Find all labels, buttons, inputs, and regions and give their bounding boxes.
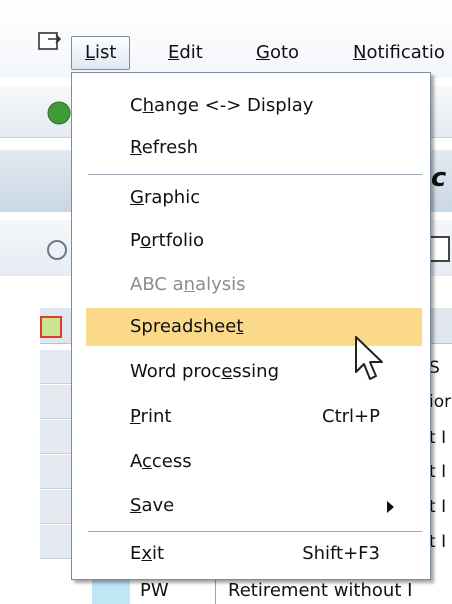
menu-item-change-display[interactable]: Change <-> Display [86, 87, 422, 125]
menu-item-label: raphic [143, 187, 201, 208]
menu-notifications[interactable]: Notificatio [353, 38, 445, 68]
menu-label-mnemonic: G [256, 42, 270, 63]
grid-cell-fragment: t I [429, 428, 447, 448]
menu-separator [88, 174, 422, 175]
mouse-cursor-icon [355, 336, 383, 380]
menu-item-mnemonic: h [142, 95, 154, 116]
menu-item-exit[interactable]: Exit Shift+F3 [86, 535, 422, 573]
menu-item-portfolio[interactable]: Portfolio [86, 222, 422, 260]
submenu-arrow-icon [387, 501, 394, 513]
menu-label-post: otificatio [366, 42, 445, 63]
list-dropdown-menu: Change <-> Display Refresh Graphic Portf… [71, 72, 431, 580]
window-menu-icon[interactable] [38, 30, 64, 54]
menu-item-label: Word proc [130, 361, 222, 382]
menu-item-mnemonic: x [141, 543, 153, 564]
menu-item-refresh[interactable]: Refresh [86, 129, 422, 167]
menu-item-label: it [152, 543, 165, 564]
menu-item-label: ssing [232, 361, 279, 382]
menu-item-label: ave [141, 495, 175, 516]
menu-item-label: A [130, 451, 142, 472]
menu-item-mnemonic: o [140, 230, 152, 251]
menu-item-mnemonic: G [130, 187, 144, 208]
grid-cell-fragment: t I [429, 497, 447, 517]
menu-item-mnemonic: P [130, 406, 141, 427]
menu-item-mnemonic: e [221, 361, 233, 382]
column-divider [215, 580, 216, 604]
grid-layout-icon[interactable] [40, 316, 62, 338]
menu-item-mnemonic: t [236, 316, 244, 337]
menu-label-post: ist [95, 42, 117, 63]
menu-bar: List Edit Goto Notificatio [0, 0, 452, 78]
menu-label-post: oto [269, 42, 300, 63]
menu-item-label: alysis [195, 274, 246, 295]
menu-label-mnemonic: N [353, 42, 367, 63]
menu-item-label: C [130, 95, 143, 116]
menu-label-mnemonic: L [85, 42, 96, 63]
grid-cell-fragment: ior [429, 392, 452, 412]
menu-item-label: ABC a [130, 274, 184, 295]
menu-item-label: cess [151, 451, 192, 472]
menu-item-label: P [130, 230, 141, 251]
menu-item-label: efresh [141, 137, 198, 158]
menu-item-shortcut: Shift+F3 [302, 543, 380, 564]
menu-item-graphic[interactable]: Graphic [86, 179, 422, 217]
grid-cell-fragment: t I [429, 462, 447, 482]
row-marker [92, 578, 130, 604]
menu-item-mnemonic: n [183, 274, 196, 295]
menu-item-abc-analysis: ABC analysis [86, 266, 422, 304]
menu-item-shortcut: Ctrl+P [322, 406, 380, 427]
menu-item-label: ange <-> Display [154, 95, 314, 116]
menu-label-mnemonic: E [168, 42, 180, 63]
grid-cell-fragment: t I [429, 532, 447, 552]
menu-item-mnemonic: S [130, 495, 142, 516]
menu-item-access[interactable]: Access [86, 443, 422, 481]
menu-goto[interactable]: Goto [256, 38, 299, 68]
table-row[interactable]: PW Retirement without I [40, 578, 452, 604]
menu-item-label: E [130, 543, 142, 564]
menu-item-mnemonic: R [130, 137, 142, 158]
menu-label-post: dit [179, 42, 203, 63]
row-description: Retirement without I [228, 580, 413, 601]
menu-item-mnemonic: c [142, 451, 152, 472]
menu-item-save[interactable]: Save [86, 487, 422, 525]
menu-item-print[interactable]: Print Ctrl+P [86, 398, 422, 436]
enter-icon[interactable] [46, 100, 72, 126]
grid-cell-fragment: S [429, 358, 440, 378]
menu-item-label: Spreadshee [130, 316, 237, 337]
row-code: PW [140, 580, 169, 601]
menu-list[interactable]: List [71, 36, 131, 70]
toolbar-icon[interactable] [46, 238, 68, 262]
menu-item-label: rtfolio [151, 230, 205, 251]
menu-separator [88, 531, 422, 532]
menu-item-label: rint [140, 406, 172, 427]
menu-edit[interactable]: Edit [168, 38, 203, 68]
